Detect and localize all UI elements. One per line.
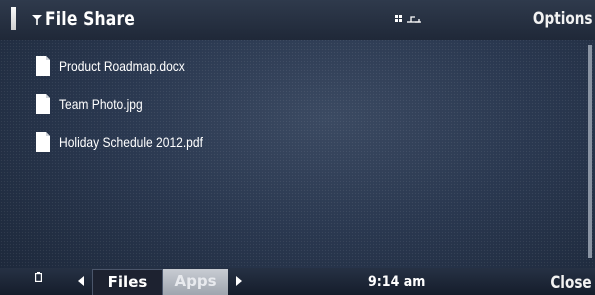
close-softkey[interactable]: Close [551,273,592,293]
document-icon [36,56,50,76]
file-list: Product Roadmap.docx Team Photo.jpg Holi… [0,47,580,161]
file-list-item[interactable]: Team Photo.jpg [0,85,580,123]
clock: 9:14 am [368,274,426,290]
file-name: Team Photo.jpg [59,96,143,112]
file-name: Holiday Schedule 2012.pdf [59,134,203,150]
file-list-item[interactable]: Holiday Schedule 2012.pdf [0,123,580,161]
bottom-softkey-bar: Files Apps 9:14 am Close [0,268,595,295]
tab-files-label: Files [107,273,148,291]
battery-icon [35,272,42,282]
tab-apps[interactable]: Apps [163,269,228,295]
document-icon [36,94,50,114]
top-status-bar: File Share Options [0,0,595,40]
document-icon [36,132,50,152]
file-list-item[interactable]: Product Roadmap.docx [0,47,580,85]
file-share-screen: File Share Options Product Roadmap.docx [0,0,595,295]
usb-connection-icon [407,16,421,23]
app-title: File Share [45,8,136,30]
tab-apps-label: Apps [174,272,217,290]
network-antenna-icon [32,15,42,25]
signal-strength-icon [11,7,16,30]
options-softkey[interactable]: Options [532,9,592,29]
tab-scroll-left-icon[interactable] [78,276,84,286]
file-name: Product Roadmap.docx [59,58,185,74]
status-icons [395,15,421,23]
scrollbar-thumb[interactable] [588,45,592,258]
tab-files[interactable]: Files [92,269,163,295]
grid-apps-icon [395,15,402,22]
scrollbar[interactable] [588,45,592,258]
tab-scroll-right-icon[interactable] [236,276,242,286]
